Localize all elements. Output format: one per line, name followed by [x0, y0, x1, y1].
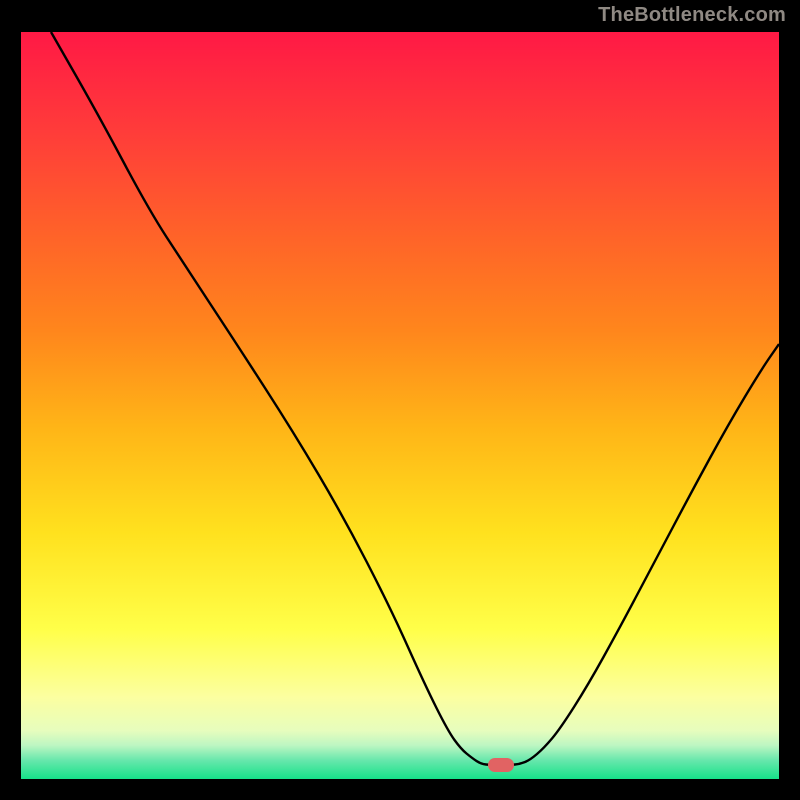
watermark-text: TheBottleneck.com — [598, 4, 786, 27]
chart-background — [21, 32, 779, 779]
bottleneck-curve-chart — [21, 32, 779, 779]
optimum-marker — [488, 758, 514, 772]
chart-frame: TheBottleneck.com — [0, 0, 800, 800]
